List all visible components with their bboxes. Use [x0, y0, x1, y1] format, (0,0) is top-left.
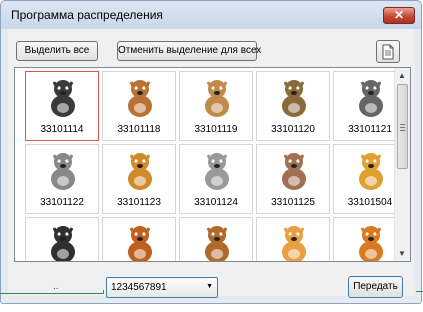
husky-dog-icon [51, 80, 75, 117]
send-button[interactable]: Передать [348, 276, 403, 298]
design-tile-caption: 33101118 [117, 124, 161, 135]
white-cat-icon [205, 153, 229, 190]
client-area: Выделить все Отменить выделение для всех… [8, 29, 414, 298]
machine-select-value: 1234567891 [111, 282, 167, 293]
design-tile-caption: 33101119 [194, 124, 238, 135]
machine-label: .. [53, 281, 59, 292]
design-tile-caption: 33101125 [271, 197, 315, 208]
schnauzer-dog-icon [359, 80, 383, 117]
spaniel-dog-icon [205, 80, 229, 117]
design-tile[interactable] [179, 217, 253, 261]
grip-line [400, 124, 405, 125]
bear-sitting-icon [128, 226, 152, 261]
distribution-window: Программа распределения ✕ Выделить все О… [0, 0, 422, 304]
terrier-dog-icon [282, 80, 306, 117]
teddy-bear-icon [359, 153, 383, 190]
bear-ball-icon [359, 226, 383, 261]
design-tile[interactable]: 33101125 [256, 144, 330, 214]
ginger-cat-icon [128, 153, 152, 190]
design-tile[interactable]: 33101118 [102, 71, 176, 141]
design-tile-caption: 33101122 [40, 197, 84, 208]
title-bar: Программа распределения ✕ [1, 1, 421, 29]
machine-select[interactable]: 1234567891 ▼ [106, 277, 218, 298]
window-title: Программа распределения [11, 8, 163, 22]
document-icon [382, 44, 394, 60]
callout-line-left [0, 293, 103, 294]
design-tile-caption: 33101114 [40, 124, 84, 135]
select-all-button[interactable]: Выделить все [16, 41, 98, 61]
deselect-all-button[interactable]: Отменить выделение для всех [117, 41, 261, 61]
design-tile-caption: 33101123 [117, 197, 161, 208]
pointer-dog-icon [128, 80, 152, 117]
design-tile-caption: 33101124 [194, 197, 238, 208]
bear-balloons-icon [51, 226, 75, 261]
design-tile[interactable]: 33101123 [102, 144, 176, 214]
bear-net-icon [205, 226, 229, 261]
design-tile[interactable]: 33101120 [256, 71, 330, 141]
design-gallery: 33101114 33101118 33101119 33101120 33101121… [14, 67, 411, 262]
close-button[interactable]: ✕ [383, 7, 415, 24]
design-tile[interactable]: 33101114 [25, 71, 99, 141]
calico-cat-icon [282, 153, 306, 190]
document-button[interactable] [376, 40, 400, 63]
scroll-down-icon[interactable]: ▼ [398, 249, 406, 258]
callout-line-left-tick [103, 290, 104, 294]
chevron-down-icon: ▼ [206, 283, 213, 290]
design-tile[interactable]: 33101124 [179, 144, 253, 214]
gallery-scrollbar[interactable]: ▲ ▼ [394, 68, 410, 261]
scroll-thumb[interactable] [397, 84, 408, 169]
design-tile[interactable] [256, 217, 330, 261]
scroll-up-icon[interactable]: ▲ [398, 71, 406, 80]
design-tile[interactable]: 33101122 [25, 144, 99, 214]
persian-cat-icon [51, 153, 75, 190]
design-tile-caption: 33101120 [271, 124, 315, 135]
grip-line [400, 127, 405, 128]
bear-duck-icon [282, 226, 306, 261]
design-tile[interactable]: 33101119 [179, 71, 253, 141]
grip-line [400, 130, 405, 131]
design-tile[interactable] [102, 217, 176, 261]
callout-line-right [416, 291, 423, 292]
design-tile[interactable] [25, 217, 99, 261]
